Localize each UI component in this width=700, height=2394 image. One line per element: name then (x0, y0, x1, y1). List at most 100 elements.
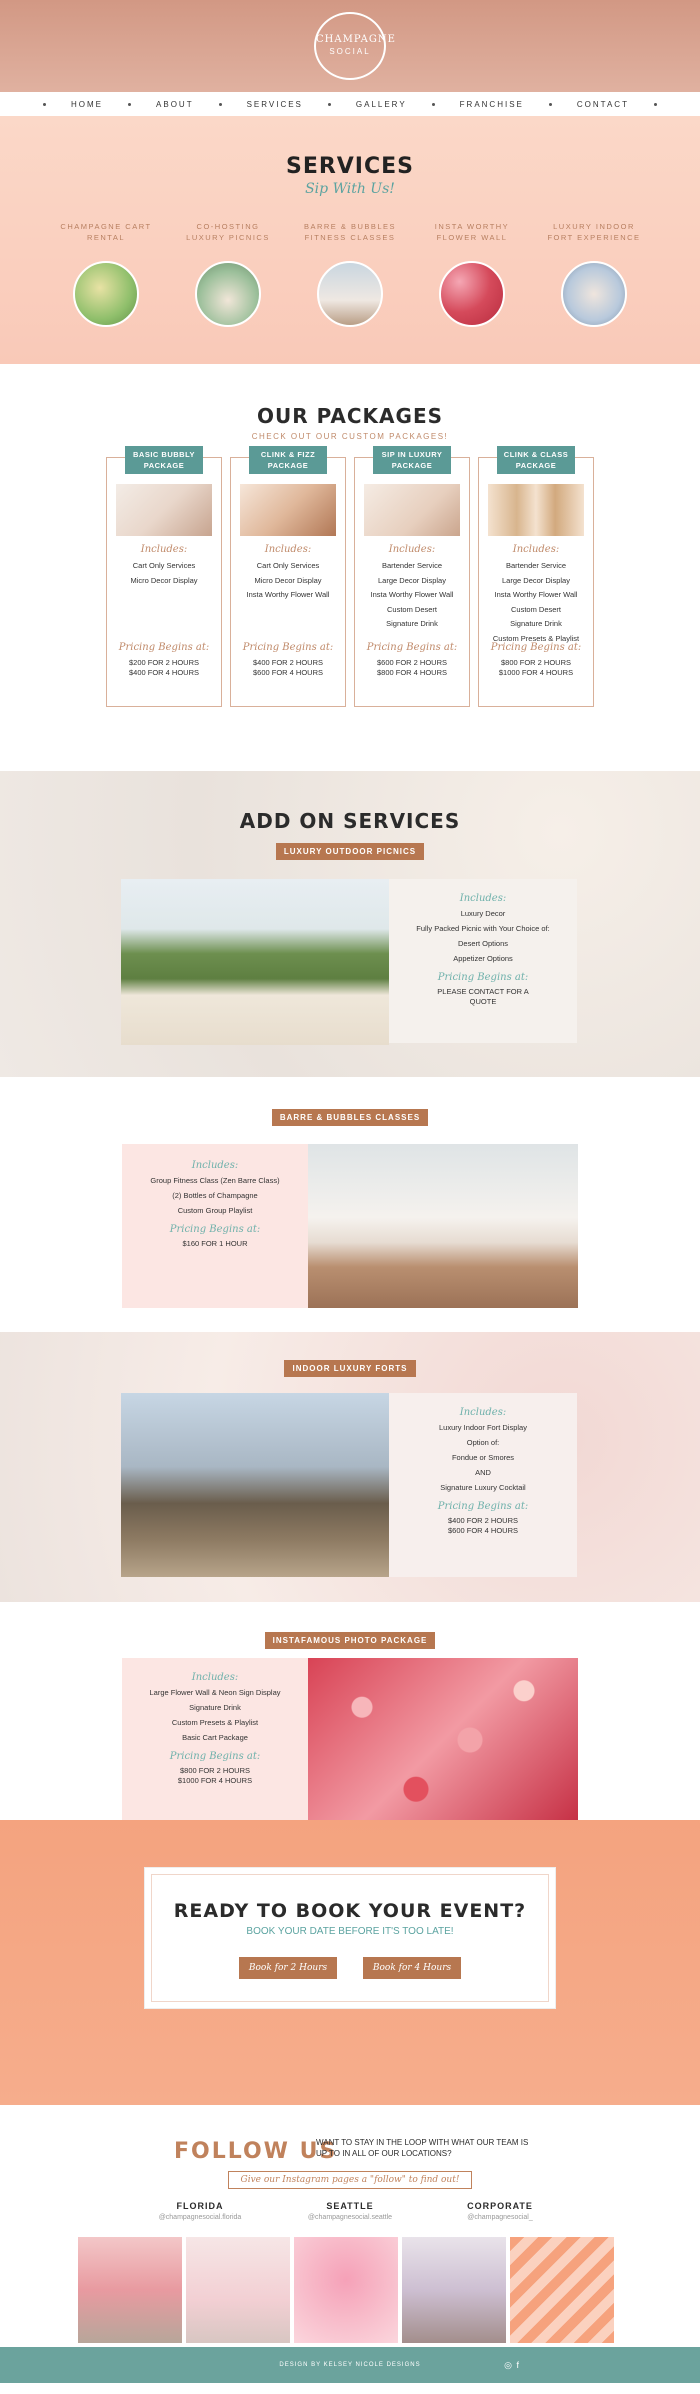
pricing-label: Pricing Begins at: (366, 642, 458, 653)
insta-details: Includes: Large Flower Wall & Neon Sign … (122, 1658, 308, 1822)
package-prices: $400 FOR 2 HOURS $600 FOR 4 HOURS (231, 658, 345, 678)
include-item: Insta Worthy Flower Wall (494, 590, 578, 599)
package-prices: $600 FOR 2 HOURS $800 FOR 4 HOURS (355, 658, 469, 678)
pricing-label: Pricing Begins at: (490, 642, 582, 653)
include-item: Cart Only Services (256, 561, 320, 570)
book-buttons: Book for 2 Hours Book for 4 Hours (145, 1957, 555, 1979)
includes-label: Includes: (459, 1407, 507, 1418)
location-corporate[interactable]: CORPORATE @champagnesocial_ (440, 2201, 560, 2221)
service-barre[interactable]: BARRE & BUBBLES FITNESS CLASSES (302, 221, 398, 327)
nav-home[interactable]: HOME (71, 100, 103, 109)
nav-divider (327, 102, 331, 106)
include-item: Appetizer Options (453, 954, 513, 963)
package-prices: $200 FOR 2 HOURS $400 FOR 4 HOURS (107, 658, 221, 678)
price-line: $600 FOR 2 HOURS (376, 658, 448, 667)
service-indoor-fort[interactable]: LUXURY INDOOR FORT EXPERIENCE (546, 221, 642, 327)
instagram-post[interactable] (294, 2237, 398, 2343)
picnics-badge: LUXURY OUTDOOR PICNICS (275, 843, 425, 860)
include-item: Group Fitness Class (Zen Barre Class) (150, 1176, 280, 1185)
barre-badge: BARRE & BUBBLES CLASSES (271, 1109, 429, 1126)
include-item: Micro Decor Display (254, 575, 322, 585)
include-item: Fully Packed Picnic with Your Choice of: (416, 924, 550, 933)
service-label: LUXURY INDOOR FORT EXPERIENCE (547, 222, 641, 242)
book-section: READY TO BOOK YOUR EVENT? BOOK YOUR DATE… (0, 1820, 700, 2105)
book-2-hours-button[interactable]: Book for 2 Hours (239, 1957, 337, 1979)
package-card[interactable]: BASIC BUBBLY PACKAGE Includes: Cart Only… (106, 446, 222, 707)
service-cart-rental[interactable]: CHAMPAGNE CART RENTAL (58, 221, 154, 327)
package-includes: Bartender Service Large Decor Display In… (479, 559, 593, 646)
package-card[interactable]: CLINK & CLASS PACKAGE Includes: Bartende… (478, 446, 594, 707)
package-photo (488, 484, 584, 536)
instagram-post[interactable] (78, 2237, 182, 2343)
services-list: CHAMPAGNE CART RENTAL CO-HOSTING LUXURY … (0, 221, 700, 327)
nav-divider (431, 102, 435, 106)
instagram-post[interactable] (402, 2237, 506, 2343)
forts-card: Includes: Luxury Indoor Fort Display Opt… (121, 1393, 577, 1577)
service-flower-wall[interactable]: INSTA WORTHY FLOWER WALL (424, 221, 520, 327)
location-handle[interactable]: @champagnesocial.seattle (290, 2214, 410, 2221)
forts-details: Includes: Luxury Indoor Fort Display Opt… (389, 1393, 577, 1577)
footer-credit[interactable]: DESIGN BY KELSEY NICOLE DESIGNS (279, 2362, 420, 2368)
package-photo (364, 484, 460, 536)
service-photo (439, 261, 505, 327)
instagram-post[interactable] (186, 2237, 290, 2343)
nav-about[interactable]: ABOUT (156, 100, 194, 109)
forts-photo (121, 1393, 389, 1577)
addon-title: ADD ON SERVICES (239, 809, 461, 833)
follow-title: FOLLOW US (174, 2139, 338, 2164)
includes-label: Includes: (140, 544, 188, 555)
packages-title: OUR PACKAGES (256, 404, 444, 428)
nav-gallery[interactable]: GALLERY (356, 100, 407, 109)
service-picnics[interactable]: CO-HOSTING LUXURY PICNICS (180, 221, 276, 327)
include-item: (2) Bottles of Champagne (172, 1191, 258, 1200)
price-text: $800 FOR 2 HOURS $1000 FOR 4 HOURS (177, 1766, 253, 1785)
include-item: Insta Worthy Flower Wall (370, 590, 454, 599)
nav-services[interactable]: SERVICES (247, 100, 303, 109)
nav-franchise[interactable]: FRANCHISE (460, 100, 524, 109)
service-label: CHAMPAGNE CART RENTAL (60, 222, 152, 242)
package-card[interactable]: SIP IN LUXURY PACKAGE Includes: Bartende… (354, 446, 470, 707)
services-section: SERVICES Sip With Us! CHAMPAGNE CART REN… (0, 116, 700, 364)
social-icons[interactable]: ◎ f (504, 2347, 520, 2383)
includes-label: Includes: (191, 1160, 239, 1171)
include-item: Option of: (466, 1438, 500, 1447)
main-nav: HOME ABOUT SERVICES GALLERY FRANCHISE CO… (0, 92, 700, 116)
package-card[interactable]: CLINK & FIZZ PACKAGE Includes: Cart Only… (230, 446, 346, 707)
include-item: Custom Presets & Playlist (171, 1718, 259, 1727)
include-item: Custom Desert (510, 604, 561, 614)
location-florida[interactable]: FLORIDA @champagnesocial.florida (140, 2201, 260, 2221)
include-item: Signature Drink (189, 1703, 241, 1712)
include-item: Signature Drink (510, 619, 562, 628)
include-item: Fondue or Smores (451, 1453, 515, 1462)
nav-divider (128, 102, 132, 106)
instagram-follow-pill[interactable]: Give our Instagram pages a "follow" to f… (228, 2171, 472, 2189)
include-item: Insta Worthy Flower Wall (246, 590, 330, 599)
package-name: BASIC BUBBLY PACKAGE (125, 446, 203, 474)
package-name: CLINK & CLASS PACKAGE (497, 446, 575, 474)
book-4-hours-button[interactable]: Book for 4 Hours (363, 1957, 461, 1979)
include-item: Large Decor Display (502, 575, 570, 585)
addon-services-section: ADD ON SERVICES LUXURY OUTDOOR PICNICS I… (0, 771, 700, 1077)
instagram-post[interactable] (510, 2237, 614, 2343)
nav-divider (548, 102, 552, 106)
price-line: $600 FOR 4 HOURS (252, 668, 324, 677)
price-line: $800 FOR 4 HOURS (376, 668, 448, 677)
location-seattle[interactable]: SEATTLE @champagnesocial.seattle (290, 2201, 410, 2221)
nav-divider (218, 102, 222, 106)
include-item: AND (475, 1468, 491, 1477)
book-box: READY TO BOOK YOUR EVENT? BOOK YOUR DATE… (144, 1867, 556, 2009)
champagne-social-logo[interactable]: CHAMPAGNE SOCIAL (314, 12, 395, 80)
price-line: $1000 FOR 4 HOURS (498, 668, 574, 677)
package-photo (240, 484, 336, 536)
include-item: Bartender Service (505, 561, 567, 570)
services-subtitle: Sip With Us! (305, 181, 395, 197)
nav-contact[interactable]: CONTACT (577, 100, 629, 109)
includes-label: Includes: (512, 544, 560, 555)
location-handle[interactable]: @champagnesocial_ (440, 2214, 560, 2221)
location-handle[interactable]: @champagnesocial.florida (140, 2214, 260, 2221)
barre-section: BARRE & BUBBLES CLASSES Includes: Group … (0, 1077, 700, 1332)
service-photo (561, 261, 627, 327)
include-item: Bartender Service (381, 561, 443, 570)
include-item: Basic Cart Package (182, 1733, 248, 1742)
picnics-card: Includes: Luxury Decor Fully Packed Picn… (121, 879, 577, 1045)
